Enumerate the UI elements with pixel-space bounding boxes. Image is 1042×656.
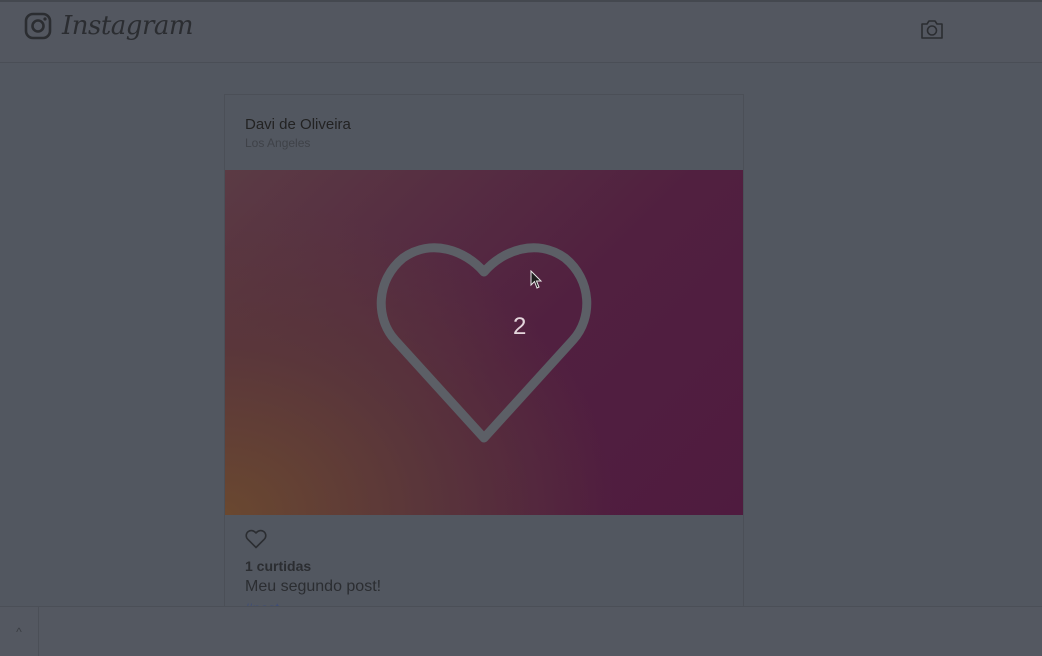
post-card: Davi de Oliveira Los Angeles 2 1 curtida… — [224, 94, 744, 654]
mouse-cursor-icon — [530, 270, 543, 289]
big-heart-icon — [376, 243, 592, 443]
instagram-logo-icon[interactable] — [24, 12, 52, 40]
camera-icon[interactable] — [920, 18, 944, 40]
app-name-logo[interactable]: Instagram — [62, 11, 194, 41]
bottom-bar: ^ — [0, 606, 1042, 656]
top-navigation-bar: Instagram — [0, 0, 1042, 63]
like-count-overlay: 2 — [513, 313, 527, 340]
post-author[interactable]: Davi de Oliveira — [245, 116, 351, 133]
chevron-up-icon: ^ — [16, 624, 22, 639]
heart-outline-icon[interactable] — [245, 529, 267, 549]
post-location[interactable]: Los Angeles — [245, 136, 310, 150]
collapse-button[interactable]: ^ — [0, 607, 39, 656]
post-photo[interactable]: 2 — [225, 170, 743, 515]
post-caption: Meu segundo post! — [245, 578, 382, 595]
likes-count: 1 curtidas — [245, 558, 312, 574]
